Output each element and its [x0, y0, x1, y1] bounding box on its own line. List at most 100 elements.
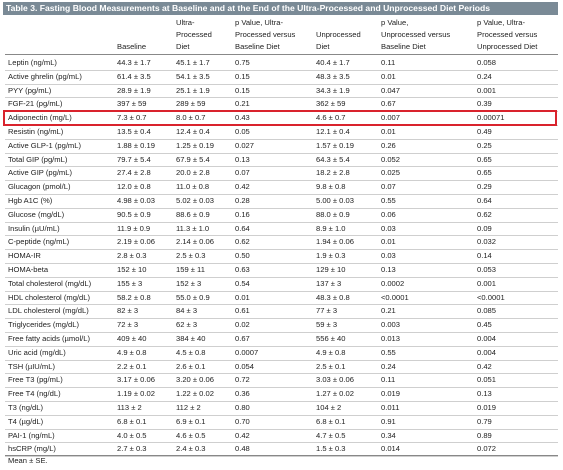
pvalue-unprocessed-vs-baseline: 0.06 [381, 209, 396, 219]
unprocessed-value: 59 ± 3 [316, 320, 338, 330]
table-row: Glucagon (pmol/L) 12.0 ± 0.8 11.0 ± 0.8 0.4… [5, 180, 558, 194]
header-pvalue3-line2: Processed versus [477, 30, 538, 39]
unprocessed-value: 9.8 ± 0.8 [316, 182, 346, 192]
table-row: PAI-1 (ng/mL) 4.0 ± 0.5 4.6 ± 0.5 0.42 4.7 ±… [5, 429, 558, 443]
ultra-processed-value: 5.02 ± 0.03 [176, 196, 214, 205]
measure-label: T3 (ng/dL) [8, 403, 44, 412]
unprocessed-value: 12.1 ± 0.4 [316, 127, 350, 136]
unprocessed-value: 3.03 ± 0.06 [316, 375, 354, 385]
pvalue-ultra-vs-baseline: 0.61 [235, 306, 250, 316]
header-baseline: Baseline [117, 42, 147, 51]
pvalue-ultra-vs-baseline: 0.21 [235, 99, 250, 109]
pvalue-ultra-vs-baseline: 0.54 [235, 278, 250, 288]
baseline-value: 2.19 ± 0.06 [117, 237, 155, 247]
unprocessed-value: 1.27 ± 0.02 [316, 389, 354, 399]
pvalue-unprocessed-vs-baseline: 0.55 [381, 347, 396, 357]
baseline-value: 61.4 ± 3.5 [117, 71, 151, 81]
pvalue-ultra-vs-unprocessed: <0.0001 [477, 292, 505, 302]
pvalue-ultra-vs-baseline: 0.62 [235, 237, 250, 247]
ultra-processed-value: 384 ± 40 [176, 334, 206, 343]
pvalue-ultra-vs-unprocessed: 0.89 [477, 430, 492, 440]
header-ultra-line1: Ultra- [176, 18, 195, 27]
pvalue-ultra-vs-unprocessed: 0.004 [477, 347, 497, 357]
pvalue-unprocessed-vs-baseline: 0.003 [381, 320, 401, 330]
pvalue-ultra-vs-baseline: 0.67 [235, 334, 250, 343]
pvalue-unprocessed-vs-baseline: 0.11 [381, 58, 396, 67]
ultra-processed-value: 4.5 ± 0.8 [176, 347, 206, 357]
pvalue-unprocessed-vs-baseline: 0.01 [381, 71, 396, 81]
ultra-processed-value: 45.1 ± 1.7 [176, 58, 210, 67]
pvalue-ultra-vs-baseline: 0.42 [235, 430, 250, 440]
unprocessed-value: 6.8 ± 0.1 [316, 416, 346, 426]
pvalue-ultra-vs-baseline: 0.13 [235, 154, 250, 164]
measure-label: Glucose (mg/dL) [8, 209, 65, 219]
pvalue-ultra-vs-baseline: 0.75 [235, 58, 250, 67]
ultra-processed-value: 159 ± 11 [176, 265, 205, 274]
unprocessed-value: 129 ± 10 [316, 265, 346, 274]
pvalue-ultra-vs-unprocessed: 0.64 [477, 196, 492, 205]
pvalue-ultra-vs-baseline: 0.64 [235, 223, 250, 233]
ultra-processed-value: 112 ± 2 [176, 403, 201, 412]
pvalue-ultra-vs-baseline: 0.01 [235, 292, 250, 302]
header-ultra-line2: Processed [176, 30, 212, 39]
table-document: Table 3. Fasting Blood Measurements at B… [0, 0, 563, 470]
pvalue-ultra-vs-unprocessed: 0.39 [477, 99, 492, 109]
ultra-processed-value: 11.0 ± 0.8 [176, 182, 210, 192]
pvalue-ultra-vs-baseline: 0.027 [235, 140, 255, 150]
baseline-value: 397 ± 59 [117, 99, 147, 109]
measure-label: Total GIP (pg/mL) [8, 154, 68, 164]
measure-label: LDL cholesterol (mg/dL) [8, 306, 89, 316]
measure-label: FGF-21 (pg/mL) [8, 99, 63, 109]
baseline-value: 6.8 ± 0.1 [117, 416, 147, 426]
table-row: Resistin (ng/mL) 13.5 ± 0.4 12.4 ± 0.4 0.05… [5, 125, 558, 139]
table-row: C-peptide (ng/mL) 2.19 ± 0.06 2.14 ± 0.06 0… [5, 235, 558, 249]
ultra-processed-value: 20.0 ± 2.8 [176, 168, 210, 178]
pvalue-unprocessed-vs-baseline: 0.0002 [381, 278, 405, 288]
pvalue-unprocessed-vs-baseline: 0.03 [381, 251, 396, 261]
pvalue-unprocessed-vs-baseline: 0.13 [381, 265, 396, 274]
unprocessed-value: 2.5 ± 0.1 [316, 361, 346, 371]
pvalue-ultra-vs-baseline: 0.05 [235, 127, 250, 136]
measure-label: HOMA-IR [8, 251, 41, 261]
baseline-value: 4.0 ± 0.5 [117, 430, 147, 440]
ultra-processed-value: 2.14 ± 0.06 [176, 237, 214, 247]
pvalue-ultra-vs-baseline: 0.70 [235, 416, 250, 426]
measure-label: PYY (pg/mL) [8, 85, 52, 95]
pvalue-ultra-vs-unprocessed: 0.13 [477, 389, 492, 399]
table-row: HDL cholesterol (mg/dL) 58.2 ± 0.8 55.0 ± … [5, 291, 558, 305]
unprocessed-value: 1.94 ± 0.06 [316, 237, 354, 247]
table-row: Active GLP-1 (pg/mL) 1.88 ± 0.19 1.25 ± 0.… [5, 139, 558, 153]
pvalue-unprocessed-vs-baseline: 0.025 [381, 168, 401, 178]
unprocessed-value: 4.9 ± 0.8 [316, 347, 346, 357]
ultra-processed-value: 1.25 ± 0.19 [176, 140, 214, 150]
unprocessed-value: 40.4 ± 1.7 [316, 58, 350, 67]
header-pvalue1-line1: p Value, Ultra- [235, 18, 283, 27]
header-pvalue1-line2: Processed versus [235, 30, 296, 39]
measure-label: Triglycerides (mg/dL) [8, 320, 80, 330]
table-row: Total cholesterol (mg/dL) 155 ± 3 152 ± 3 0… [5, 277, 558, 291]
measure-label: Leptin (ng/mL) [8, 58, 57, 67]
measure-label: Active GLP-1 (pg/mL) [8, 140, 82, 150]
highlight-box [3, 110, 557, 126]
pvalue-unprocessed-vs-baseline: 0.91 [381, 416, 396, 426]
baseline-value: 2.2 ± 0.1 [117, 361, 147, 371]
ultra-processed-value: 62 ± 3 [176, 320, 198, 330]
table-row: Uric acid (mg/dL) 4.9 ± 0.8 4.5 ± 0.8 0.000… [5, 346, 558, 360]
header-pvalue2-line3: Baseline Diet [381, 42, 426, 51]
table-row: HOMA-beta 152 ± 10 159 ± 11 0.63 129 ± 10 0.1… [5, 263, 558, 277]
ultra-processed-value: 25.1 ± 1.9 [176, 85, 210, 95]
pvalue-ultra-vs-unprocessed: 0.42 [477, 361, 492, 371]
pvalue-unprocessed-vs-baseline: 0.11 [381, 375, 396, 385]
baseline-value: 28.9 ± 1.9 [117, 85, 151, 95]
header-unprocessed-line1: Unprocessed [316, 30, 361, 39]
table-row: Active GIP (pg/mL) 27.4 ± 2.8 20.0 ± 2.8 0.… [5, 166, 558, 180]
table-row: Free T3 (pg/mL) 3.17 ± 0.06 3.20 ± 0.06 0.7… [5, 373, 558, 387]
measure-label: C-peptide (ng/mL) [8, 237, 70, 247]
pvalue-unprocessed-vs-baseline: 0.01 [381, 127, 396, 136]
pvalue-ultra-vs-unprocessed: 0.14 [477, 251, 492, 261]
ultra-processed-value: 88.6 ± 0.9 [176, 209, 210, 219]
table-row: Glucose (mg/dL) 90.5 ± 0.9 88.6 ± 0.9 0.16 8… [5, 208, 558, 222]
baseline-value: 72 ± 3 [117, 320, 139, 330]
ultra-processed-value: 84 ± 3 [176, 306, 198, 316]
header-unprocessed-line2: Diet [316, 42, 330, 51]
